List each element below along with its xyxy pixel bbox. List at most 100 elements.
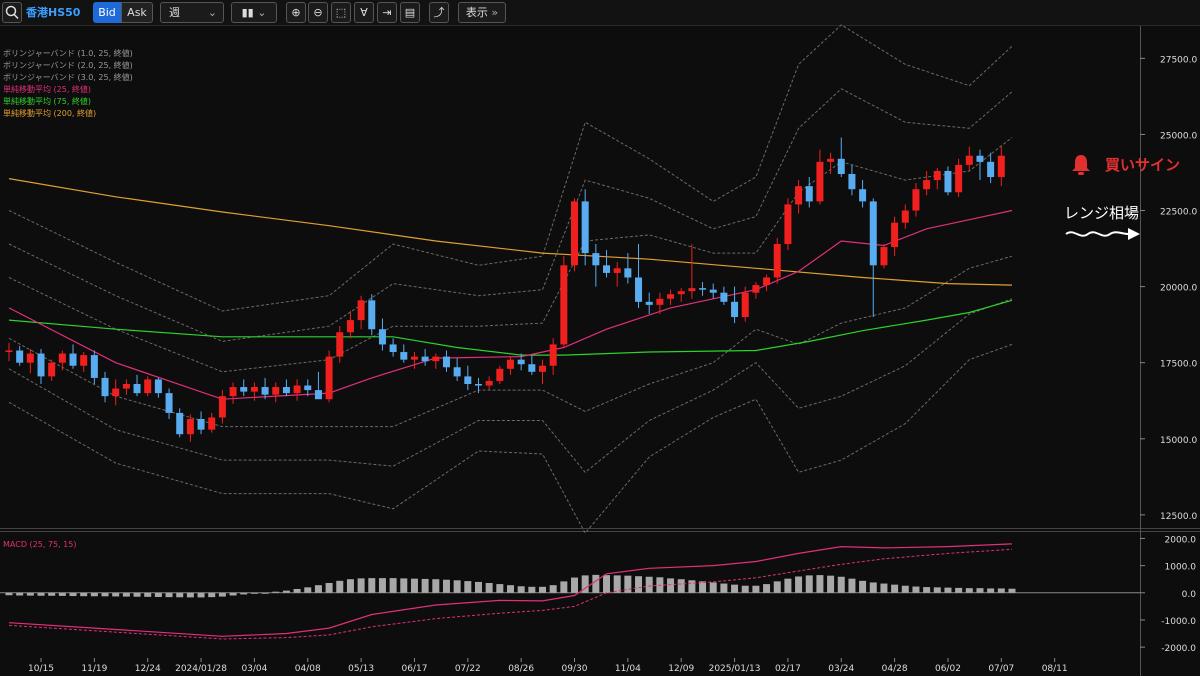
candle-body [58, 353, 66, 363]
candle-body [250, 387, 258, 392]
macd-histogram-bar [165, 592, 173, 598]
y-tick-label: 17500.0 [1160, 360, 1197, 370]
candle-body [442, 356, 450, 368]
candle-body [282, 387, 290, 394]
macd-histogram-bar [293, 588, 301, 593]
candle-body [603, 265, 611, 273]
legend-sma75: 単純移動平均 (75, 終値) [3, 97, 92, 106]
macd-histogram-bar [464, 581, 472, 593]
macd-y-tick-label: 0.0 [1182, 590, 1197, 600]
y-tick-label: 25000.0 [1160, 131, 1197, 141]
macd-histogram-bar [314, 585, 322, 593]
legend-sma200: 単純移動平均 (200, 終値) [3, 109, 97, 118]
candle-body [101, 377, 109, 397]
candle-body [837, 158, 845, 174]
macd-histogram-bar [506, 585, 514, 593]
candle-body [37, 353, 45, 377]
candle-body [453, 367, 461, 377]
candle-body [560, 265, 568, 345]
candle-body [912, 189, 920, 211]
y-tick-label: 20000.0 [1160, 284, 1197, 294]
macd-histogram-bar [560, 581, 568, 593]
bell-icon [1070, 153, 1092, 181]
macd-histogram-bar [410, 578, 418, 593]
y-tick-label: 15000.0 [1160, 436, 1197, 446]
macd-histogram-bar [400, 578, 408, 593]
macd-histogram-bar [304, 587, 312, 593]
macd-histogram-bar [442, 579, 450, 593]
macd-histogram-bar [645, 576, 653, 593]
candle-body [571, 201, 579, 266]
macd-histogram-bar [944, 587, 952, 593]
candle-body [880, 247, 888, 266]
macd-histogram-bar [421, 578, 429, 593]
macd-histogram-bar [16, 592, 24, 596]
macd-histogram-bar [549, 585, 557, 593]
candle-body [688, 288, 696, 292]
macd-histogram-bar [5, 592, 13, 596]
candle-body [421, 356, 429, 362]
candle-body [965, 155, 973, 165]
macd-histogram-bar [261, 592, 269, 594]
candle-body [112, 388, 120, 397]
legend-bb3: ボリンジャーバンド (3.0, 25, 終値) [3, 73, 133, 82]
candle-body [699, 288, 707, 290]
macd-histogram-bar [240, 592, 248, 595]
macd-histogram-bar [346, 579, 354, 593]
candle-body [240, 387, 248, 392]
macd-histogram-bar [80, 592, 88, 597]
candle-body [506, 359, 514, 369]
candle-body [389, 344, 397, 353]
candle-body [154, 379, 162, 394]
x-tick-label: 07/22 [455, 664, 481, 674]
indicator-legend: ボリンジャーバンド (1.0, 25, 終値) ボリンジャーバンド (2.0, … [3, 48, 133, 120]
candle-body [304, 385, 312, 391]
candle-body [667, 294, 675, 299]
candle-body [314, 390, 322, 400]
macd-histogram-bar [773, 581, 781, 593]
candle-body [336, 332, 344, 357]
candle-body [827, 158, 835, 162]
macd-histogram-bar [741, 585, 749, 593]
macd-histogram-bar [69, 592, 77, 597]
candle-body [923, 180, 931, 190]
candle-body [346, 320, 354, 333]
macd-histogram-bar [955, 587, 963, 593]
macd-histogram-bar [837, 576, 845, 593]
candle-body [368, 300, 376, 330]
macd-histogram-bar [101, 592, 109, 597]
candle-body [976, 155, 984, 162]
candle-body [165, 393, 173, 413]
macd-histogram-bar [272, 591, 280, 593]
legend-bb2: ボリンジャーバンド (2.0, 25, 終値) [3, 61, 133, 70]
macd-histogram-bar [912, 586, 920, 593]
macd-histogram-bar [784, 578, 792, 593]
price-chart[interactable]: 12500.0 15000.0 17500.0 20000.0 22500.0 25000… [0, 0, 1200, 676]
macd-histogram-bar [250, 592, 258, 594]
macd-histogram-bar [485, 583, 493, 593]
candle-body [26, 353, 34, 363]
macd-histogram-bar [880, 583, 888, 593]
macd-histogram-bar [539, 586, 546, 593]
candle-body [859, 189, 867, 202]
macd-histogram-bar [997, 588, 1005, 593]
macd-histogram-bar [26, 592, 34, 596]
legend-sma25: 単純移動平均 (25, 終値) [3, 85, 92, 94]
macd-y-tick-label: 2000.0 [1165, 535, 1197, 545]
macd-histogram-bar [613, 575, 621, 593]
candle-body [677, 291, 685, 295]
macd-histogram-bar [186, 592, 194, 598]
x-tick-label: 06/02 [935, 664, 961, 674]
candle-body [613, 268, 621, 273]
legend-bb1: ボリンジャーバンド (1.0, 25, 終値) [3, 49, 133, 58]
macd-y-tick-label: -2000.0 [1161, 644, 1196, 654]
candle-body [432, 356, 440, 362]
macd-histogram-bar [752, 585, 760, 593]
candle-body [197, 419, 205, 430]
x-tick-label: 11/19 [81, 664, 107, 674]
candle-body [773, 244, 781, 278]
candle-body [656, 298, 664, 305]
candle-body [517, 359, 525, 365]
macd-histogram-bar [901, 585, 909, 593]
macd-histogram-bar [923, 587, 931, 593]
